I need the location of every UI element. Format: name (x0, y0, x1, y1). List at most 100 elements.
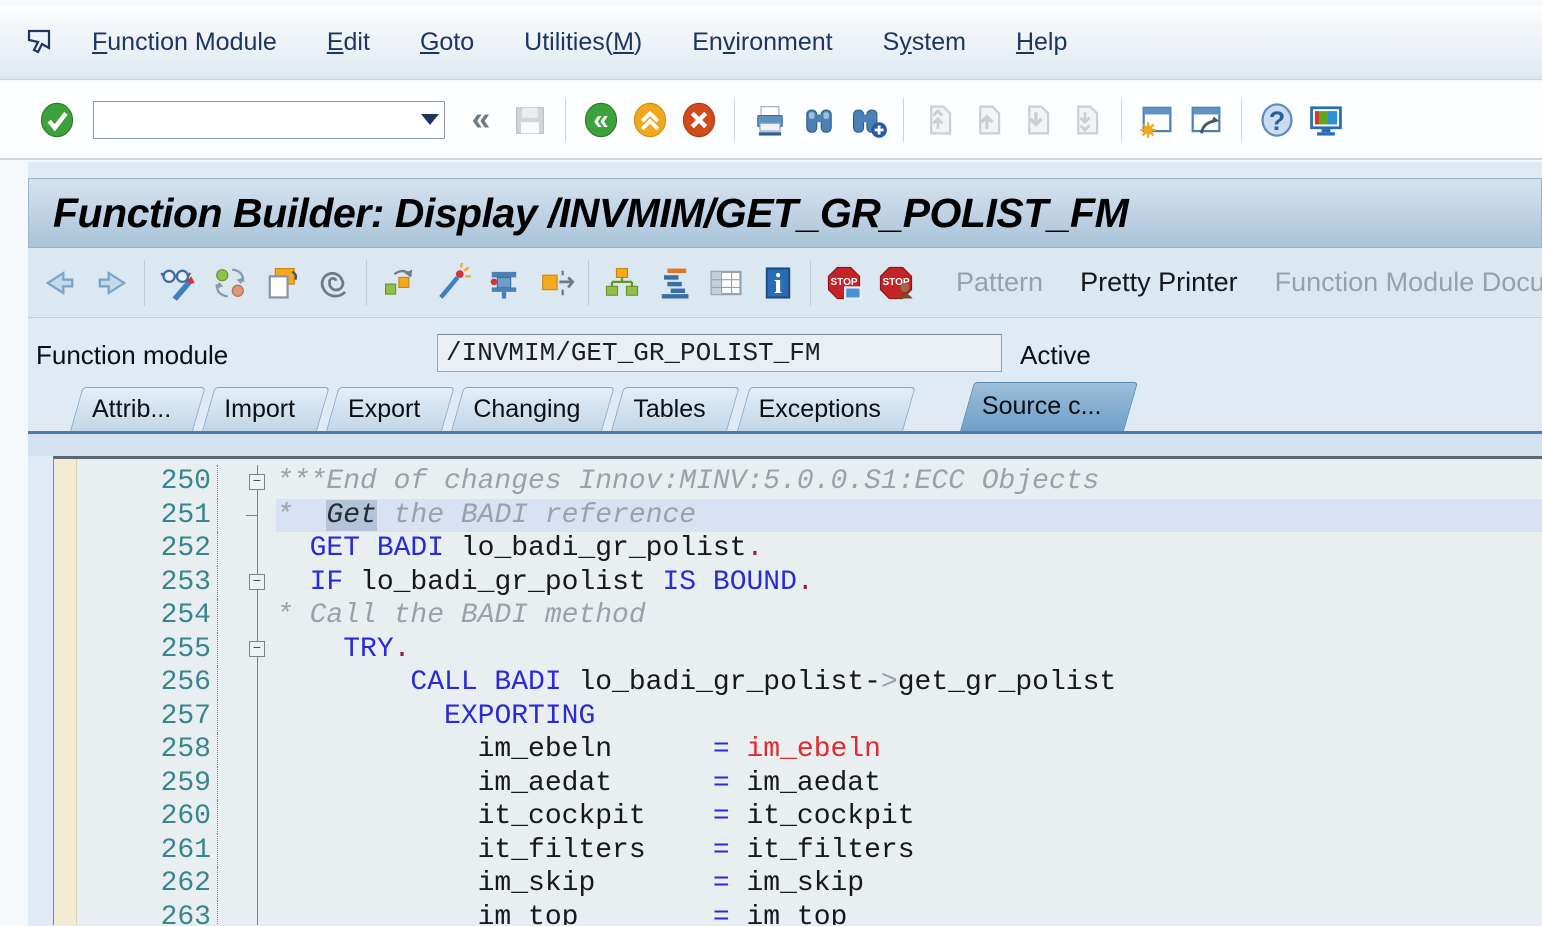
forward-arrow-icon[interactable] (88, 259, 135, 306)
code-line[interactable]: 258 im_ebeln = im_ebeln (54, 733, 1542, 767)
save-icon[interactable] (509, 99, 551, 141)
code-line[interactable]: 250−***End of changes Innov:MINV:5.0.0.S… (54, 465, 1542, 499)
find-next-icon[interactable] (847, 99, 889, 141)
activate-icon[interactable] (310, 259, 357, 306)
tab-tables[interactable]: Tables (611, 387, 727, 431)
help-icon[interactable]: ? (1256, 99, 1298, 141)
code-token: = (713, 835, 730, 866)
code-text[interactable]: * Get the BADI reference (276, 499, 1542, 533)
code-line[interactable]: 251* Get the BADI reference (54, 499, 1542, 533)
info-icon[interactable]: i (754, 259, 801, 306)
sort-icon[interactable] (650, 259, 697, 306)
function-module-field[interactable] (437, 334, 1002, 372)
pretty-printer-button[interactable]: Pretty Printer (1080, 267, 1238, 298)
enter-icon[interactable] (36, 99, 78, 141)
page-up-icon[interactable] (967, 99, 1009, 141)
code-token: im_aedat (276, 768, 713, 799)
pattern-button[interactable]: Pattern (956, 267, 1043, 298)
tab-export[interactable]: Export (326, 387, 442, 431)
back-icon[interactable]: « (580, 99, 622, 141)
reassign-icon[interactable] (376, 259, 423, 306)
exit-icon[interactable] (629, 99, 671, 141)
code-line[interactable]: 255− TRY. (54, 633, 1542, 667)
code-text[interactable]: it_cockpit = it_cockpit (276, 800, 1542, 834)
code-token: get_gr_polist (898, 667, 1116, 698)
refresh-icon[interactable] (206, 259, 253, 306)
table-view-icon[interactable] (702, 259, 749, 306)
print-icon[interactable] (749, 99, 791, 141)
copy-icon[interactable] (258, 259, 305, 306)
menu-item-goto[interactable]: Goto (420, 28, 474, 57)
source-code-editor[interactable]: 250−***End of changes Innov:MINV:5.0.0.S… (53, 456, 1542, 925)
tab-import[interactable]: Import (202, 387, 317, 431)
code-token: im_ebeln (747, 734, 881, 765)
fold-toggle-icon[interactable]: − (249, 474, 265, 490)
last-page-icon[interactable] (1065, 99, 1107, 141)
tab-strip: Attrib...ImportExportChangingTablesExcep… (70, 384, 1542, 431)
menu-item-functionmodule[interactable]: Function Module (92, 28, 277, 57)
gui-screen-icon[interactable] (24, 27, 60, 59)
test-icon[interactable] (428, 259, 475, 306)
navigation-icon[interactable] (532, 259, 579, 306)
code-text[interactable]: ***End of changes Innov:MINV:5.0.0.S1:EC… (276, 465, 1542, 499)
code-token (276, 634, 343, 665)
code-line[interactable]: 261 it_filters = it_filters (54, 834, 1542, 868)
status-active-label: Active (1020, 340, 1091, 371)
page-down-icon[interactable] (1016, 99, 1058, 141)
code-line[interactable]: 262 im_skip = im_skip (54, 867, 1542, 901)
code-line[interactable]: 260 it_cockpit = it_cockpit (54, 800, 1542, 834)
function-module-documentation-button[interactable]: Function Module Documentation (1275, 267, 1542, 298)
collapse-command-icon[interactable]: « (460, 99, 502, 141)
code-text[interactable]: EXPORTING (276, 700, 1542, 734)
code-line[interactable]: 259 im_aedat = im_aedat (54, 767, 1542, 801)
code-text[interactable]: TRY. (276, 633, 1542, 667)
code-text[interactable]: GET BADI lo_badi_gr_polist. (276, 532, 1542, 566)
command-dropdown-icon[interactable] (416, 102, 444, 138)
code-text[interactable]: im_skip = im_skip (276, 867, 1542, 901)
object-list-icon[interactable] (598, 259, 645, 306)
first-page-icon[interactable] (918, 99, 960, 141)
find-icon[interactable] (798, 99, 840, 141)
code-text[interactable]: IF lo_badi_gr_polist IS BOUND. (276, 566, 1542, 600)
fold-toggle-icon[interactable]: − (249, 574, 265, 590)
new-session-icon[interactable] (1136, 99, 1178, 141)
menu-item-edit[interactable]: Edit (327, 28, 370, 57)
set-watchpoint-icon[interactable]: STOP (872, 259, 919, 306)
code-line[interactable]: 263 im_top = im_top (54, 901, 1542, 926)
toolbar-separator (1241, 98, 1242, 142)
code-token: * Call the BADI method (276, 600, 646, 631)
code-text[interactable]: im_top = im_top (276, 901, 1542, 926)
code-line[interactable]: 256 CALL BADI lo_badi_gr_polist->get_gr_… (54, 666, 1542, 700)
code-text[interactable]: it_filters = it_filters (276, 834, 1542, 868)
where-used-icon[interactable] (480, 259, 527, 306)
tab-changing[interactable]: Changing (451, 387, 602, 431)
customize-layout-icon[interactable] (1305, 99, 1347, 141)
menu-item-utilitiesm[interactable]: Utilities(M) (524, 28, 642, 57)
cancel-icon[interactable] (678, 99, 720, 141)
menu-item-system[interactable]: System (883, 28, 966, 57)
code-token (276, 701, 444, 732)
tab-sourcec[interactable]: Source c... (960, 382, 1124, 431)
code-token: EXPORTING (444, 701, 595, 732)
code-line[interactable]: 252 GET BADI lo_badi_gr_polist. (54, 532, 1542, 566)
display-change-icon[interactable] (154, 259, 201, 306)
code-text[interactable]: CALL BADI lo_badi_gr_polist->get_gr_poli… (276, 666, 1542, 700)
code-token: > (881, 667, 898, 698)
code-token: = (713, 768, 730, 799)
fold-toggle-icon[interactable]: − (249, 641, 265, 657)
code-text[interactable]: im_aedat = im_aedat (276, 767, 1542, 801)
code-line[interactable]: 257 EXPORTING (54, 700, 1542, 734)
set-breakpoint-icon[interactable]: STOP (820, 259, 867, 306)
create-shortcut-icon[interactable] (1185, 99, 1227, 141)
code-line[interactable]: 254* Call the BADI method (54, 599, 1542, 633)
back-arrow-icon[interactable] (36, 259, 83, 306)
code-text[interactable]: im_ebeln = im_ebeln (276, 733, 1542, 767)
tab-exceptions[interactable]: Exceptions (737, 387, 903, 431)
menu-item-help[interactable]: Help (1016, 28, 1067, 57)
page-title: Function Builder: Display /INVMIM/GET_GR… (53, 190, 1128, 237)
command-input[interactable] (94, 102, 416, 138)
code-text[interactable]: * Call the BADI method (276, 599, 1542, 633)
menu-item-environment[interactable]: Environment (692, 28, 832, 57)
code-line[interactable]: 253− IF lo_badi_gr_polist IS BOUND. (54, 566, 1542, 600)
tab-attrib[interactable]: Attrib... (70, 387, 193, 431)
